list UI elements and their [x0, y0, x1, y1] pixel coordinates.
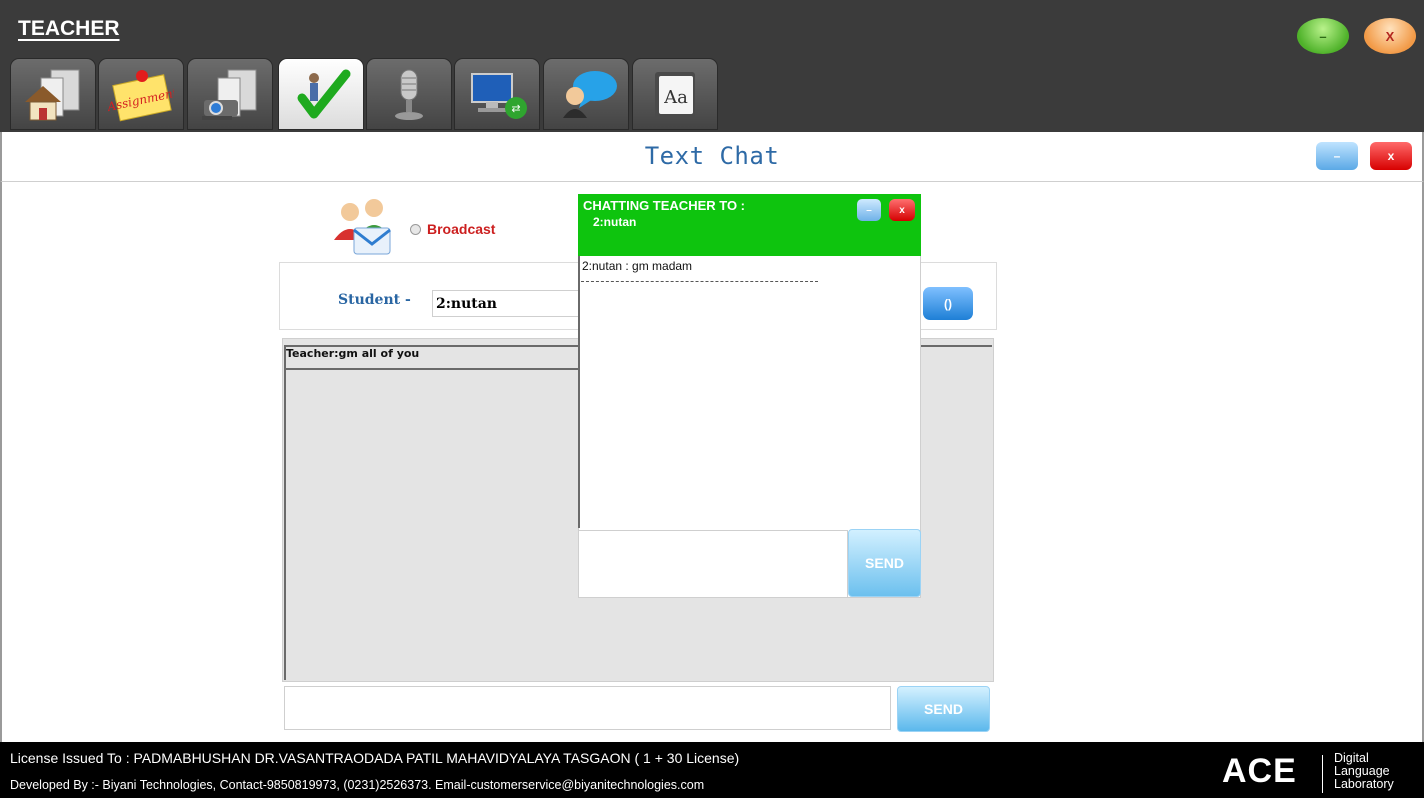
private-chat-title-line1: CHATTING TEACHER TO : — [583, 198, 746, 213]
tab-remote-desktop[interactable]: ⇄ — [454, 58, 540, 130]
brand-subtitle: Digital Language Laboratory — [1334, 752, 1394, 791]
private-chat-log[interactable] — [578, 256, 920, 528]
panel-left-border — [0, 182, 10, 742]
tab-dictionary[interactable]: Aa — [632, 58, 718, 130]
send-button[interactable]: SEND — [897, 686, 990, 732]
dictionary-icon: Aa — [655, 72, 695, 118]
brand-logo: ACE — [1222, 752, 1297, 790]
checkmark-icon — [297, 69, 351, 119]
projector-icon — [202, 69, 257, 120]
group-users-icon — [334, 199, 391, 255]
panel-right-border — [1414, 182, 1424, 742]
private-chat-divider — [581, 281, 818, 282]
assignment-note-icon: Assignment — [108, 70, 174, 122]
student-label: Student - — [338, 292, 411, 308]
tab-home[interactable] — [10, 58, 96, 130]
tab-chat[interactable] — [543, 58, 629, 130]
brand-subtitle-3: Laboratory — [1334, 777, 1394, 791]
private-chat-minimize-button[interactable]: – — [857, 199, 881, 221]
panel-close-button[interactable]: x — [1370, 142, 1412, 170]
tab-check[interactable] — [278, 58, 364, 130]
message-input[interactable] — [284, 686, 891, 730]
microphone-icon — [395, 69, 423, 120]
tab-projector[interactable] — [187, 58, 273, 130]
panel-minimize-button[interactable]: – — [1316, 142, 1358, 170]
chat-user-icon — [563, 71, 617, 118]
tab-assignment[interactable]: Assignment — [98, 58, 184, 130]
license-text: License Issued To : PADMABHUSHAN DR.VASA… — [10, 750, 740, 766]
private-chat-close-button[interactable]: x — [889, 199, 915, 221]
private-chat-send-button[interactable]: SEND — [848, 529, 921, 597]
brand-divider — [1322, 755, 1323, 793]
app-title: TEACHER — [18, 17, 120, 40]
student-select[interactable]: 2:nutan — [432, 290, 582, 317]
app-window: TEACHER Assignment ⇄ Aa – X Text Chat – … — [0, 0, 1424, 798]
app-close-button[interactable]: X — [1364, 18, 1416, 54]
home-icon — [25, 69, 80, 121]
private-chat-input[interactable] — [578, 530, 848, 598]
broadcast-label: Broadcast — [427, 221, 496, 237]
developer-text: Developed By :- Biyani Technologies, Con… — [10, 778, 705, 792]
panel-title: Text Chat — [644, 142, 780, 170]
dictionary-label: Aa — [663, 87, 688, 108]
chat-log-divider — [284, 368, 579, 370]
private-chat-message: 2:nutan : gm madam — [582, 259, 693, 273]
svg-text:⇄: ⇄ — [511, 102, 520, 115]
chat-log-message: Teacher:gm all of you — [286, 347, 420, 360]
refresh-button[interactable]: () — [923, 287, 973, 320]
app-minimize-button[interactable]: – — [1297, 18, 1349, 54]
private-chat-recipient: 2:nutan — [593, 215, 637, 229]
broadcast-radio[interactable] — [410, 224, 421, 235]
private-chat-title: CHATTING TEACHER TO : 2:nutan — [583, 198, 745, 230]
tab-microphone[interactable] — [366, 58, 452, 130]
remote-desktop-icon: ⇄ — [471, 73, 527, 119]
